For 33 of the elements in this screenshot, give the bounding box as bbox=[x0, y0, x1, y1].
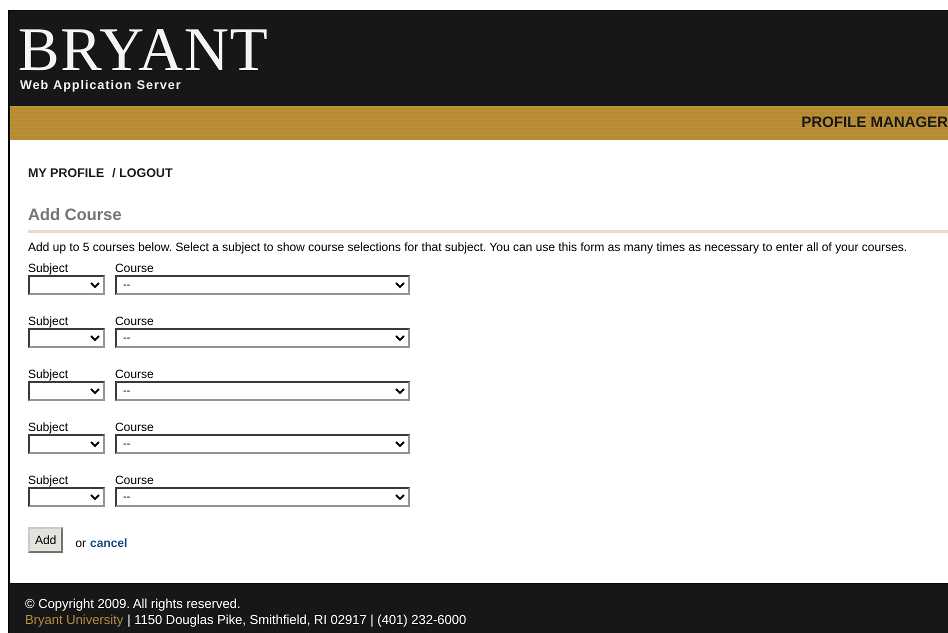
field-label: Course bbox=[115, 420, 155, 434]
field-label: Subject bbox=[28, 368, 70, 380]
university-link[interactable]: Bryant University bbox=[25, 612, 124, 628]
subject-select[interactable] bbox=[28, 434, 105, 454]
course-select[interactable]: -- bbox=[115, 274, 410, 294]
copyright-text: © Copyright 2009. All rights reserved. bbox=[25, 596, 242, 612]
intro-text: Add up to 5 courses below. Select a subject to show course selections for that subject. You can use this form as many times as necessary to enter all of your courses. bbox=[28, 238, 908, 254]
course-select[interactable]: -- bbox=[115, 434, 410, 454]
field-label: Course bbox=[115, 474, 155, 486]
field-label: Course bbox=[115, 368, 155, 380]
add-button[interactable]: Add bbox=[28, 526, 64, 552]
field-label: Subject bbox=[28, 474, 70, 486]
subject-select[interactable] bbox=[28, 486, 105, 506]
field-label: Course bbox=[115, 262, 155, 274]
address-text: | 1150 Douglas Pike, Smithfield, RI 02917 | (401) 232-6000 bbox=[127, 612, 466, 628]
banner-title: PROFILE MANAGER bbox=[801, 112, 948, 133]
course-select[interactable]: -- bbox=[115, 328, 410, 348]
logo-subtitle: Web Application Server bbox=[20, 77, 182, 94]
field-label: Subject bbox=[28, 420, 70, 434]
or-text: or bbox=[75, 534, 86, 552]
field-label: Subject bbox=[28, 262, 70, 274]
nav-link[interactable]: / LOGOUT bbox=[112, 164, 173, 183]
subject-select[interactable] bbox=[28, 380, 105, 400]
nav-link[interactable]: MY PROFILE bbox=[28, 164, 104, 183]
course-select[interactable]: -- bbox=[115, 380, 410, 400]
course-select[interactable]: -- bbox=[115, 486, 410, 506]
subject-select[interactable] bbox=[28, 274, 105, 294]
field-label: Course bbox=[115, 314, 155, 328]
field-label: Subject bbox=[28, 314, 70, 328]
section-heading: Add Course bbox=[28, 202, 948, 232]
logo-text: BRYANT bbox=[18, 24, 269, 76]
subject-select[interactable] bbox=[28, 328, 105, 348]
cancel-link[interactable]: cancel bbox=[90, 534, 128, 552]
